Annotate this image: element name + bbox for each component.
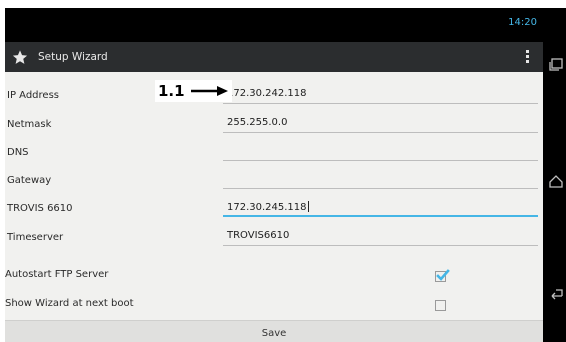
dns-label: DNS (7, 147, 29, 158)
device-frame: 14:20 Setup Wizard IP Address 172.30.242… (0, 0, 566, 342)
action-bar: Setup Wizard (5, 42, 543, 72)
back-icon[interactable] (548, 286, 564, 300)
annotation-label: 1.1 (158, 82, 185, 100)
status-bar: 14:20 (5, 8, 543, 42)
ip-address-row: IP Address 172.30.242.118 (5, 82, 543, 111)
annotation-callout: 1.1 (155, 80, 232, 102)
app-title: Setup Wizard (38, 51, 108, 63)
screen: 14:20 Setup Wizard IP Address 172.30.242… (5, 8, 543, 342)
status-clock: 14:20 (508, 17, 537, 28)
show-wizard-label: Show Wizard at next boot (5, 298, 134, 309)
show-wizard-row[interactable]: Show Wizard at next boot (5, 290, 543, 319)
timeserver-field[interactable]: TROVIS6610 (223, 224, 538, 246)
gateway-row: Gateway (5, 167, 543, 196)
dns-row: DNS (5, 139, 543, 168)
home-icon[interactable] (548, 174, 564, 188)
trovis-row: TROVIS 6610 172.30.245.118 (5, 195, 543, 224)
trovis-label: TROVIS 6610 (7, 203, 73, 214)
recent-apps-icon[interactable] (548, 58, 564, 72)
navigation-bar (543, 8, 566, 342)
checkmark-icon (436, 269, 450, 281)
ip-address-field[interactable]: 172.30.242.118 (223, 82, 538, 104)
gateway-label: Gateway (7, 175, 52, 186)
autostart-ftp-label: Autostart FTP Server (5, 269, 109, 280)
autostart-ftp-checkbox[interactable] (435, 269, 450, 282)
autostart-ftp-row[interactable]: Autostart FTP Server (5, 261, 543, 290)
timeserver-label: Timeserver (7, 232, 64, 243)
text-cursor (307, 201, 309, 212)
overflow-menu-icon[interactable] (521, 48, 533, 66)
ip-address-label: IP Address (7, 90, 59, 101)
trovis-value: 172.30.245.118 (227, 202, 307, 213)
netmask-label: Netmask (7, 119, 52, 130)
netmask-field[interactable]: 255.255.0.0 (223, 111, 538, 133)
arrow-right-icon (191, 86, 228, 96)
trovis-field[interactable]: 172.30.245.118 (223, 195, 538, 217)
gateway-field[interactable] (223, 167, 538, 189)
save-button[interactable]: Save (5, 320, 543, 342)
show-wizard-checkbox[interactable] (435, 300, 446, 311)
dns-field[interactable] (223, 139, 538, 161)
star-icon (12, 50, 28, 64)
netmask-row: Netmask 255.255.0.0 (5, 111, 543, 140)
timeserver-row: Timeserver TROVIS6610 (5, 224, 543, 253)
